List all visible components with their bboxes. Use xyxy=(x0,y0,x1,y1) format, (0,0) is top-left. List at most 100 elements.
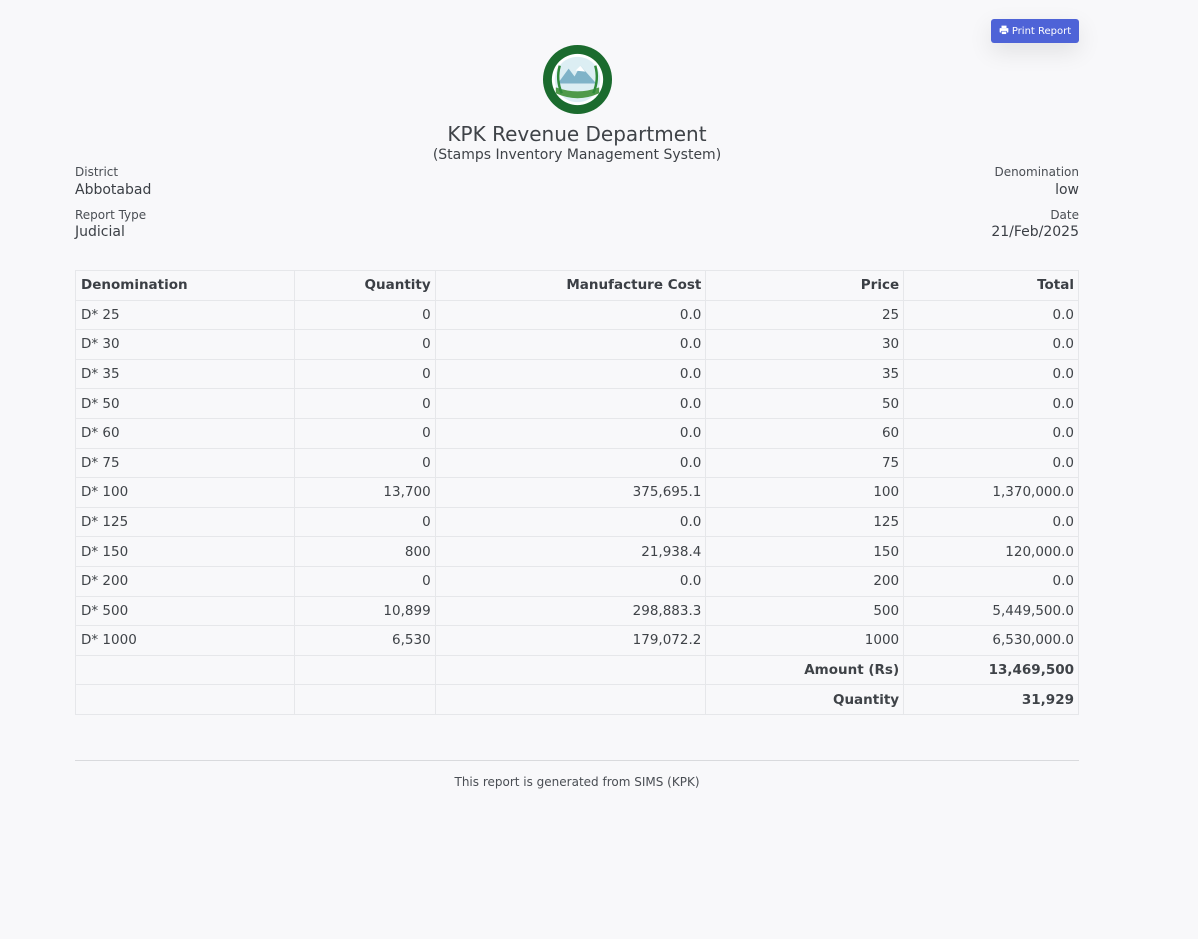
cell-denomination: D* 500 xyxy=(75,595,295,627)
cell-denomination: D* 200 xyxy=(75,565,295,597)
cell-manufacture-cost: 298,883.3 xyxy=(434,595,707,627)
footer-text: This report is generated from SIMS (KPK) xyxy=(454,775,700,789)
cell-manufacture-cost: 179,072.2 xyxy=(434,625,707,656)
cell-price: 50 xyxy=(705,388,905,419)
cell-total: 0.0 xyxy=(903,329,1079,360)
cell-manufacture-cost: 0.0 xyxy=(434,329,707,360)
print-report-button[interactable]: Print Report xyxy=(991,19,1079,43)
cell-manufacture-cost: 0.0 xyxy=(434,417,707,449)
cell-total: 0.0 xyxy=(903,565,1079,597)
cell-quantity: 6,530 xyxy=(293,625,436,656)
cell-denomination: D* 25 xyxy=(75,299,295,331)
cell-denomination: D* 150 xyxy=(75,536,295,567)
column-header-denomination: Denomination xyxy=(75,270,295,301)
cell-manufacture-cost: 0.0 xyxy=(434,299,707,331)
cell-denomination: D* 75 xyxy=(75,447,295,479)
cell-price: 1000 xyxy=(705,625,905,656)
cell-denomination: D* 60 xyxy=(75,417,295,449)
summary-row-amount: Amount (Rs) 13,469,500 xyxy=(75,654,1079,686)
cell-price: 500 xyxy=(705,595,905,627)
cell-quantity: 10,899 xyxy=(293,595,436,627)
table-row: D* 1000 6,530 179,072.2 1000 6,530,000.0 xyxy=(75,625,1079,656)
column-header-quantity: Quantity xyxy=(293,270,436,301)
cell-manufacture-cost: 0.0 xyxy=(434,358,707,390)
district-value: Abbotabad xyxy=(75,182,152,198)
cell-total: 0.0 xyxy=(903,447,1079,479)
cell-total: 0.0 xyxy=(903,506,1079,538)
summary-value: 31,929 xyxy=(903,684,1079,715)
cell-total: 0.0 xyxy=(903,417,1079,449)
cell-quantity: 0 xyxy=(293,388,436,419)
cell-price: 75 xyxy=(705,447,905,479)
cell-total: 6,530,000.0 xyxy=(903,625,1079,656)
district-label: District xyxy=(75,165,119,179)
table-row: D* 150 800 21,938.4 150 120,000.0 xyxy=(75,536,1079,567)
cell-total: 5,449,500.0 xyxy=(903,595,1079,627)
stamps-inventory-table: Denomination Quantity Manufacture Cost P… xyxy=(75,270,1079,715)
table-row: D* 125 0 0.0 125 0.0 xyxy=(75,506,1079,538)
date-label: Date xyxy=(1050,208,1079,222)
cell-total: 0.0 xyxy=(903,299,1079,331)
cell-quantity: 0 xyxy=(293,299,436,331)
kpk-revenue-seal-icon xyxy=(542,44,613,115)
summary-label: Amount (Rs) xyxy=(705,654,905,686)
cell-denomination: D* 35 xyxy=(75,358,295,390)
cell-quantity: 0 xyxy=(293,417,436,449)
page-subtitle: (Stamps Inventory Management System) xyxy=(432,147,722,163)
cell-price: 30 xyxy=(705,329,905,360)
table-header-row: Denomination Quantity Manufacture Cost P… xyxy=(75,270,1079,301)
cell-total: 0.0 xyxy=(903,388,1079,419)
cell-manufacture-cost: 21,938.4 xyxy=(434,536,707,567)
cell-total: 1,370,000.0 xyxy=(903,477,1079,508)
cell-price: 125 xyxy=(705,506,905,538)
column-header-manufacture-cost: Manufacture Cost xyxy=(434,270,707,301)
table-row: D* 30 0 0.0 30 0.0 xyxy=(75,329,1079,360)
column-header-price: Price xyxy=(705,270,905,301)
table-row: D* 100 13,700 375,695.1 100 1,370,000.0 xyxy=(75,477,1079,508)
cell-denomination: D* 1000 xyxy=(75,625,295,656)
cell-manufacture-cost: 375,695.1 xyxy=(434,477,707,508)
footer-divider xyxy=(75,760,1079,761)
cell-manufacture-cost: 0.0 xyxy=(434,565,707,597)
printer-icon xyxy=(999,25,1009,38)
cell-quantity: 0 xyxy=(293,447,436,479)
cell-quantity: 0 xyxy=(293,506,436,538)
report-type-value: Judicial xyxy=(75,224,125,240)
cell-price: 25 xyxy=(705,299,905,331)
summary-row-quantity: Quantity 31,929 xyxy=(75,684,1079,715)
table-row: D* 60 0 0.0 60 0.0 xyxy=(75,417,1079,449)
cell-denomination: D* 100 xyxy=(75,477,295,508)
report-type-label: Report Type xyxy=(75,208,147,222)
denomination-value: low xyxy=(1055,182,1079,198)
table-row: D* 35 0 0.0 35 0.0 xyxy=(75,358,1079,390)
summary-value: 13,469,500 xyxy=(903,654,1079,686)
cell-price: 35 xyxy=(705,358,905,390)
cell-manufacture-cost: 0.0 xyxy=(434,447,707,479)
date-value: 21/Feb/2025 xyxy=(991,224,1079,240)
cell-price: 150 xyxy=(705,536,905,567)
cell-quantity: 13,700 xyxy=(293,477,436,508)
table-row: D* 50 0 0.0 50 0.0 xyxy=(75,388,1079,419)
cell-price: 100 xyxy=(705,477,905,508)
cell-denomination: D* 50 xyxy=(75,388,295,419)
cell-manufacture-cost: 0.0 xyxy=(434,506,707,538)
summary-label: Quantity xyxy=(705,684,905,715)
cell-quantity: 0 xyxy=(293,565,436,597)
print-report-label: Print Report xyxy=(1011,25,1072,37)
cell-total: 120,000.0 xyxy=(903,536,1079,567)
table-row: D* 500 10,899 298,883.3 500 5,449,500.0 xyxy=(75,595,1079,627)
page-title: KPK Revenue Department xyxy=(447,122,707,146)
cell-total: 0.0 xyxy=(903,358,1079,390)
table-row: D* 25 0 0.0 25 0.0 xyxy=(75,299,1079,331)
column-header-total: Total xyxy=(903,270,1079,301)
table-row: D* 200 0 0.0 200 0.0 xyxy=(75,565,1079,597)
cell-quantity: 0 xyxy=(293,358,436,390)
denomination-label: Denomination xyxy=(994,165,1079,179)
cell-price: 200 xyxy=(705,565,905,597)
cell-manufacture-cost: 0.0 xyxy=(434,388,707,419)
cell-quantity: 800 xyxy=(293,536,436,567)
cell-denomination: D* 30 xyxy=(75,329,295,360)
cell-price: 60 xyxy=(705,417,905,449)
cell-quantity: 0 xyxy=(293,329,436,360)
cell-denomination: D* 125 xyxy=(75,506,295,538)
